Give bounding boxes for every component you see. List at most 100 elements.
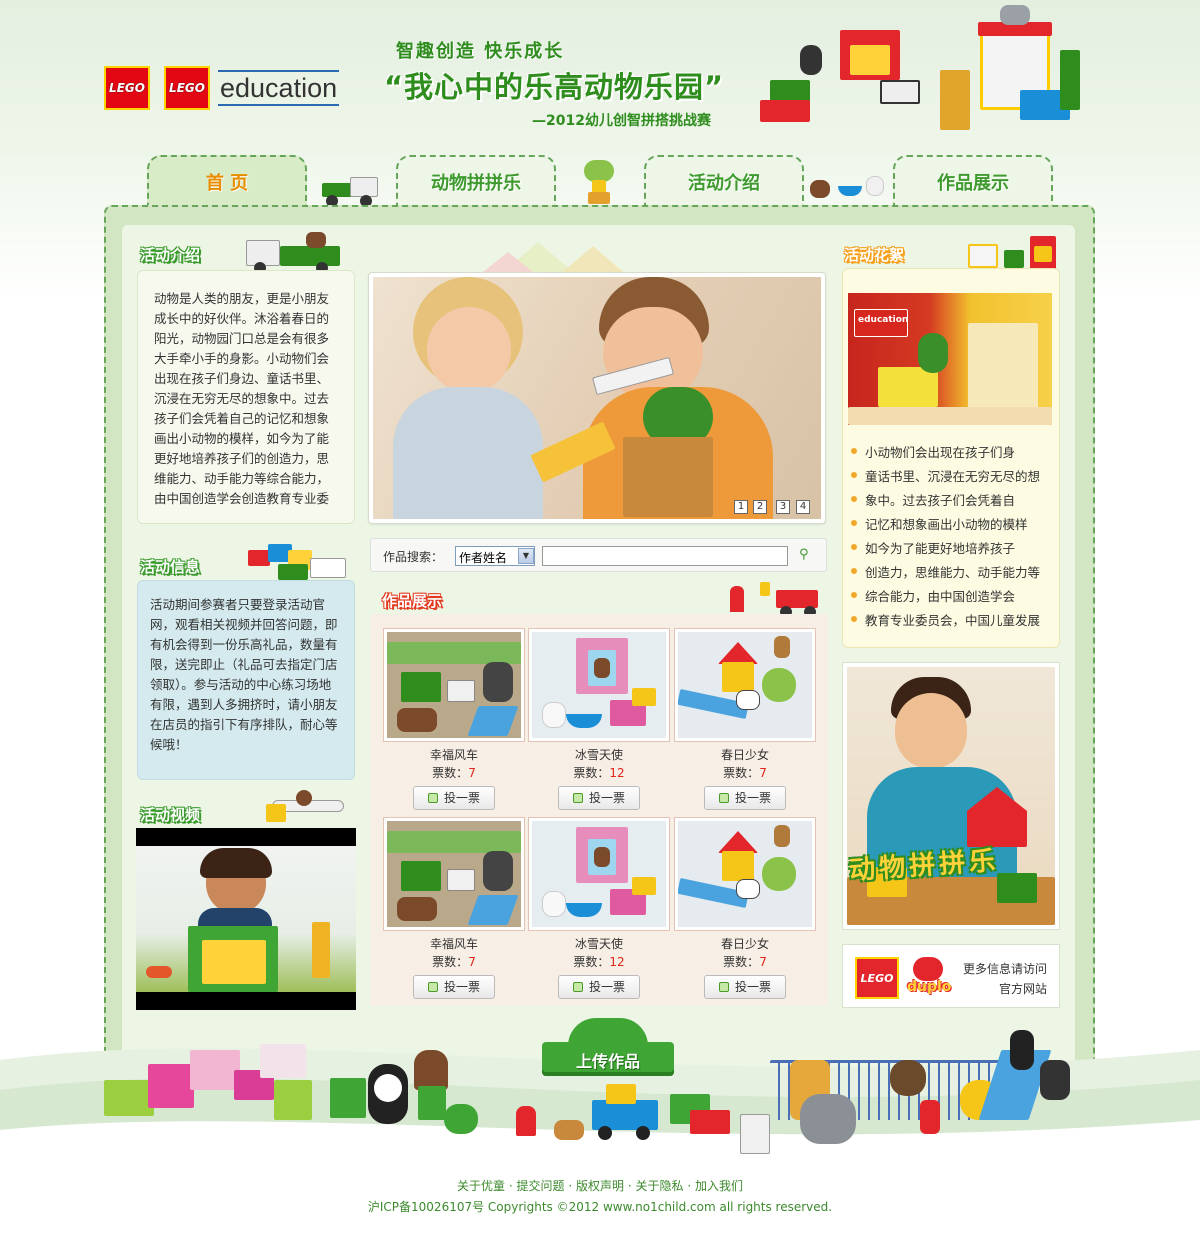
store-photo: education bbox=[848, 293, 1052, 425]
work-name: 冰雪天使 bbox=[574, 937, 623, 951]
vote-button[interactable]: 投一票 bbox=[558, 786, 640, 810]
lego-education-logo[interactable]: LEGO bbox=[164, 66, 210, 110]
work-name: 幸福风车 bbox=[429, 748, 478, 762]
banner-image bbox=[373, 277, 821, 519]
votes-label: 票数： bbox=[432, 955, 469, 969]
highlight-item[interactable]: 象中。过去孩子们会凭着自 bbox=[850, 490, 1015, 509]
more-info-line-1: 更多信息请访问 bbox=[962, 962, 1047, 976]
promo-image bbox=[847, 667, 1055, 925]
slider-page-1[interactable]: 1 bbox=[734, 500, 748, 514]
slider-page-4[interactable]: 4 bbox=[796, 500, 810, 514]
votes-count: 12 bbox=[609, 766, 625, 780]
highlight-item-text: 如今为了能更好地培养孩子 bbox=[865, 541, 1016, 556]
blocks-pile-icon bbox=[248, 540, 352, 584]
votes-count: 7 bbox=[759, 955, 767, 969]
work-card: 冰雪天使 票数：12 投一票 bbox=[529, 818, 669, 999]
footer-link-privacy[interactable]: 关于隐私 bbox=[635, 1179, 683, 1193]
search-label: 作品搜索： bbox=[383, 550, 444, 564]
work-thumbnail[interactable] bbox=[675, 818, 815, 930]
highlight-item[interactable]: 小动物们会出现在孩子们身 bbox=[850, 442, 1015, 461]
highlight-item-text: 综合能力，由中国创造学会 bbox=[865, 589, 1016, 604]
upload-button[interactable]: 上传作品 bbox=[542, 1018, 674, 1076]
vote-button-label: 投一票 bbox=[443, 980, 480, 994]
duplo-logo[interactable]: duplo bbox=[907, 957, 955, 999]
vote-button[interactable]: 投一票 bbox=[704, 975, 786, 999]
promo-banner[interactable]: 动物拼拼乐 bbox=[842, 662, 1060, 930]
vote-button-label: 投一票 bbox=[588, 980, 625, 994]
tree-block-icon bbox=[582, 160, 616, 208]
work-votes: 票数：12 bbox=[529, 953, 669, 971]
tab-animal-puzzle[interactable]: 动物拼拼乐 bbox=[396, 155, 556, 207]
search-icon[interactable]: ⚲ bbox=[799, 547, 815, 563]
highlight-item[interactable]: 童话书里、沉浸在无穷无尽的想 bbox=[850, 466, 1041, 485]
highlight-item[interactable]: 如今为了能更好地培养孩子 bbox=[850, 538, 1016, 557]
thumbs-up-icon bbox=[718, 793, 729, 803]
work-thumbnail[interactable] bbox=[529, 818, 669, 930]
highlight-item[interactable]: 教育专业委员会，中国儿童发展 bbox=[850, 610, 1040, 629]
slogan: 智趣创造 快乐成长 bbox=[396, 41, 565, 62]
thumbs-up-icon bbox=[427, 982, 438, 992]
tab-gallery-label: 作品展示 bbox=[937, 173, 1009, 194]
tab-home[interactable]: 首 页 bbox=[147, 155, 307, 207]
work-thumbnail[interactable] bbox=[529, 629, 669, 741]
work-votes: 票数：12 bbox=[529, 764, 669, 782]
highlight-item[interactable]: 记忆和想象画出小动物的模样 bbox=[851, 514, 1028, 533]
votes-label: 票数： bbox=[573, 955, 610, 969]
highlight-item[interactable]: 创造力，思维能力、动手能力等 bbox=[850, 562, 1040, 581]
work-card: 幸福风车 票数：7 投一票 bbox=[384, 629, 524, 810]
lego-logo[interactable]: LEGO bbox=[104, 66, 150, 110]
work-votes: 票数：7 bbox=[675, 953, 815, 971]
search-field-select-value: 作者姓名 bbox=[459, 551, 508, 565]
footer-link-join[interactable]: 加入我们 bbox=[695, 1179, 743, 1193]
tractor-toy-icon bbox=[322, 175, 384, 209]
zoo-keeper-toy-icon bbox=[968, 230, 1060, 272]
footer-link-about[interactable]: 关于优童 bbox=[457, 1179, 505, 1193]
bottom-right-zoo bbox=[660, 1030, 1100, 1160]
search-input[interactable] bbox=[542, 546, 788, 566]
info-text: 活动期间参赛者只要登录活动官网，观看相关视频并回答问题，即有机会得到一份乐高礼品… bbox=[150, 597, 338, 752]
intro-text: 动物是人类的朋友，更是小朋友成长中的好伙伴。沐浴着春日的阳光，动物园门口总是会有… bbox=[154, 291, 330, 506]
video-thumbnail bbox=[136, 846, 356, 992]
gallery-section-title: 作品展示 bbox=[382, 592, 443, 610]
work-thumbnail[interactable] bbox=[384, 629, 524, 741]
store-sign-text: education bbox=[858, 315, 909, 325]
slider-page-3[interactable]: 3 bbox=[776, 500, 790, 514]
slider-page-2[interactable]: 2 bbox=[753, 500, 767, 514]
work-name: 春日少女 bbox=[720, 937, 769, 951]
tab-gallery[interactable]: 作品展示 bbox=[893, 155, 1053, 207]
vote-button[interactable]: 投一票 bbox=[704, 786, 786, 810]
thumbs-up-icon bbox=[572, 793, 583, 803]
thumbs-up-icon bbox=[572, 982, 583, 992]
footer-separator: · bbox=[568, 1179, 573, 1193]
education-wordmark: education bbox=[218, 70, 340, 106]
more-info-text: 更多信息请访问 官方网站 bbox=[961, 959, 1047, 999]
work-thumbnail[interactable] bbox=[675, 629, 815, 741]
highlight-item-text: 童话书里、沉浸在无穷无尽的想 bbox=[865, 469, 1041, 484]
info-panel: 活动期间参赛者只要登录活动官网，观看相关视频并回答问题，即有机会得到一份乐高礼品… bbox=[137, 580, 355, 780]
work-name: 冰雪天使 bbox=[574, 748, 623, 762]
votes-label: 票数： bbox=[573, 766, 610, 780]
work-thumbnail[interactable] bbox=[384, 818, 524, 930]
tab-activity-intro[interactable]: 活动介绍 bbox=[644, 155, 804, 207]
vote-button[interactable]: 投一票 bbox=[413, 786, 495, 810]
upload-button-label: 上传作品 bbox=[575, 1052, 640, 1071]
official-site-box[interactable]: LEGO duplo 更多信息请访问 官方网站 bbox=[842, 944, 1060, 1008]
footer-link-feedback[interactable]: 提交问题 bbox=[516, 1179, 564, 1193]
intro-section-title: 活动介绍 bbox=[140, 246, 201, 264]
footer-link-copyright[interactable]: 版权声明 bbox=[576, 1179, 624, 1193]
lego-brand-logo[interactable]: LEGO bbox=[855, 957, 899, 999]
thumbs-up-icon bbox=[718, 982, 729, 992]
chevron-down-icon[interactable]: ▼ bbox=[518, 548, 534, 564]
video-section-title: 活动视频 bbox=[140, 806, 201, 824]
footer-separator: · bbox=[687, 1179, 692, 1193]
vote-button[interactable]: 投一票 bbox=[413, 975, 495, 999]
work-card: 冰雪天使 票数：12 投一票 bbox=[529, 629, 669, 810]
video-player[interactable] bbox=[136, 828, 356, 1010]
highlight-item[interactable]: 综合能力，由中国创造学会 bbox=[850, 586, 1016, 605]
work-card: 幸福风车 票数：7 投一票 bbox=[384, 818, 524, 999]
search-field-select[interactable]: 作者姓名 ▼ bbox=[455, 546, 535, 566]
votes-label: 票数： bbox=[723, 955, 760, 969]
vote-button[interactable]: 投一票 bbox=[558, 975, 640, 999]
footer-copyright: 沪ICP备10026107号 Copyrights ©2012 www.no1c… bbox=[367, 1200, 833, 1214]
more-info-line-2: 官方网站 bbox=[998, 982, 1047, 996]
